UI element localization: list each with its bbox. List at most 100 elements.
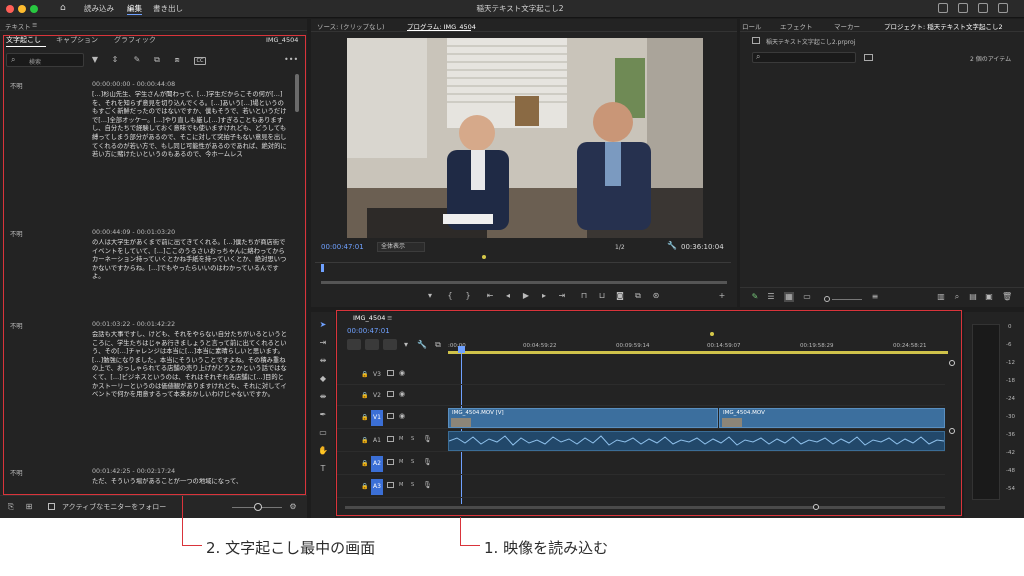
- tab-roll[interactable]: ロール: [742, 21, 762, 31]
- divider: [0, 30, 307, 31]
- home-icon[interactable]: ⌂: [60, 3, 66, 13]
- search-icon: ⌕: [756, 52, 761, 61]
- project-search-field[interactable]: ⌕: [752, 52, 856, 63]
- marker-icon[interactable]: [482, 255, 486, 259]
- play-icon[interactable]: ▶: [521, 291, 531, 301]
- window-title: 稲天テキスト文字起こし2: [476, 4, 564, 13]
- caption-transcript: 2. 文字起こし最中の画面: [206, 539, 376, 557]
- upload-icon[interactable]: [958, 3, 968, 13]
- mini-timeline[interactable]: [315, 255, 731, 276]
- add-button-icon[interactable]: +: [717, 291, 727, 301]
- new-item-icon[interactable]: ▣: [984, 292, 994, 302]
- rectangle-tool-icon[interactable]: ▭: [318, 428, 328, 438]
- menu-import[interactable]: 読み込み: [84, 3, 114, 14]
- project-file-name: 稲天テキスト文字起こし2.prproj: [766, 39, 856, 46]
- tab-markers[interactable]: マーカー: [834, 21, 860, 31]
- program-duration: 00:36:10:04: [681, 243, 724, 251]
- hand-tool-icon[interactable]: ✋: [318, 446, 328, 456]
- automate-icon[interactable]: ▥: [936, 292, 946, 302]
- step-forward-icon[interactable]: ▸: [539, 291, 549, 301]
- thumb-size-handle[interactable]: [824, 296, 830, 302]
- meter-scale: 0: [1008, 324, 1012, 330]
- minimize-window-icon[interactable]: [18, 5, 26, 13]
- meter-scale: -6: [1006, 342, 1012, 348]
- freeform-view-icon[interactable]: ▭: [802, 292, 812, 302]
- pen-tool-icon[interactable]: ✒: [318, 410, 328, 420]
- meter-scale: -18: [1006, 378, 1015, 384]
- meter-scale: -42: [1006, 450, 1015, 456]
- divider: [740, 31, 1024, 32]
- find-icon[interactable]: ⌕: [952, 292, 962, 302]
- menu-edit[interactable]: 編集: [127, 3, 142, 15]
- ripple-edit-icon[interactable]: ⇹: [318, 356, 328, 366]
- settings-icon[interactable]: ⚙: [288, 502, 298, 512]
- menu-export[interactable]: 書き出し: [153, 3, 183, 14]
- annotation-box-transcript: [3, 35, 306, 495]
- tools-panel: ➤ ⇥ ⇹ ◆ ⇼ ✒ ▭ ✋ T: [311, 312, 335, 518]
- leader-line-left: [182, 496, 202, 546]
- fit-dropdown[interactable]: 全体表示: [377, 242, 425, 252]
- zoom-slider-handle[interactable]: [254, 503, 262, 511]
- vr-icon[interactable]: ⊛: [651, 291, 661, 301]
- compare-icon[interactable]: ⧉: [633, 291, 643, 301]
- mark-in-icon[interactable]: {: [445, 291, 455, 301]
- leader-line-right: [460, 517, 480, 546]
- wrench-icon[interactable]: 🔧: [667, 241, 677, 251]
- tab-project[interactable]: プロジェクト: 稲天テキスト文字起こし2: [884, 21, 1003, 31]
- video-frame[interactable]: [347, 38, 703, 238]
- meter-bar: [972, 324, 1000, 500]
- divider: [311, 31, 737, 32]
- fullscreen-icon[interactable]: [998, 3, 1008, 13]
- fit-dropdown-value: 全体表示: [381, 243, 406, 250]
- type-tool-icon[interactable]: T: [318, 464, 328, 474]
- trash-icon[interactable]: 🗑: [1002, 292, 1012, 302]
- playhead[interactable]: [321, 264, 324, 272]
- lift-icon[interactable]: ⊓: [579, 291, 589, 301]
- camera-icon[interactable]: ◙: [615, 291, 625, 301]
- track-select-icon[interactable]: ⇥: [318, 338, 328, 348]
- caption-create-icon[interactable]: ⊞: [24, 502, 34, 512]
- meter-scale: -24: [1006, 396, 1015, 402]
- item-count: 2 個のアイテム: [970, 56, 1012, 63]
- go-to-in-icon[interactable]: ⇤: [485, 291, 495, 301]
- project-toolbar: ✎ ☰ ▦ ▭ ≡ ▥ ⌕ ▤ ▣ 🗑: [740, 287, 1024, 307]
- meter-scale: -54: [1006, 486, 1015, 492]
- slip-tool-icon[interactable]: ⇼: [318, 392, 328, 402]
- mark-out-icon[interactable]: }: [463, 291, 473, 301]
- meter-scale: -48: [1006, 468, 1015, 474]
- panel-menu-icon[interactable]: ≡: [32, 21, 37, 29]
- new-bin-icon[interactable]: ▤: [968, 292, 978, 302]
- share-icon[interactable]: [938, 3, 948, 13]
- workspace-icon[interactable]: [978, 3, 988, 13]
- sort-icon[interactable]: ≡: [870, 292, 880, 302]
- export-icon[interactable]: ⎘: [6, 502, 16, 512]
- meter-scale: -12: [1006, 360, 1015, 366]
- razor-tool-icon[interactable]: ◆: [318, 374, 328, 384]
- selection-tool-icon[interactable]: ➤: [318, 320, 328, 330]
- pencil-icon[interactable]: ✎: [750, 292, 760, 302]
- thumb-size-slider[interactable]: [832, 299, 862, 300]
- icon-view-icon[interactable]: ▦: [784, 292, 794, 302]
- meter-scale: -30: [1006, 414, 1015, 420]
- tab-effects[interactable]: エフェクト: [780, 21, 813, 31]
- follow-monitor-checkbox[interactable]: [48, 503, 55, 510]
- program-current-time[interactable]: 00:00:47:01: [321, 243, 364, 251]
- go-to-out-icon[interactable]: ⇥: [557, 291, 567, 301]
- close-window-icon[interactable]: [6, 5, 14, 13]
- video-still: [347, 38, 703, 238]
- zoom-scrollbar[interactable]: [321, 281, 727, 284]
- extract-icon[interactable]: ⊔: [597, 291, 607, 301]
- zoom-window-icon[interactable]: [30, 5, 38, 13]
- audio-meter: 0 -6 -12 -18 -24 -30 -36 -42 -48 -54: [964, 312, 1024, 518]
- list-view-icon[interactable]: ☰: [766, 292, 776, 302]
- new-bin-icon[interactable]: [864, 54, 873, 61]
- caption-import: 1. 映像を読み込む: [484, 539, 609, 557]
- text-panel-footer: ⎘ ⊞ アクティブなモニターをフォロー ⚙: [0, 495, 307, 518]
- meter-scale: -36: [1006, 432, 1015, 438]
- follow-monitor-label: アクティブなモニターをフォロー: [62, 503, 167, 511]
- quality-dropdown[interactable]: 1/2: [615, 244, 625, 251]
- step-back-icon[interactable]: ◂: [503, 291, 513, 301]
- program-monitor: ソース: (クリップなし) プログラム: IMG_4504 00:00:47:0…: [311, 19, 737, 307]
- add-marker-icon[interactable]: ▾: [425, 291, 435, 301]
- tab-source[interactable]: ソース: (クリップなし): [317, 21, 385, 31]
